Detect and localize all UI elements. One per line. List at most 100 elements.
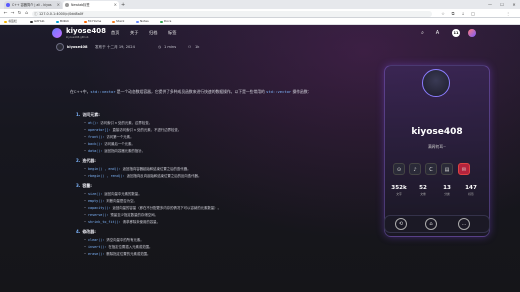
site-logo[interactable] [52, 28, 62, 38]
item-text: 返回指向反向起始和结束位置之后的反向迭代器。 [126, 174, 202, 178]
bookmark-item[interactable]: Stack [112, 18, 124, 25]
tab-favicon-icon [6, 3, 10, 7]
bookmark-item[interactable]: Docs [160, 18, 171, 25]
forward-arrow-icon[interactable]: → [9, 9, 16, 18]
bookmark-item[interactable]: GitHub [30, 18, 44, 25]
download-icon[interactable]: ↓ [460, 9, 466, 18]
home-icon[interactable]: ⌂ [425, 218, 437, 230]
reload-icon[interactable]: ↻ [16, 9, 23, 18]
item-code: reserve(): [88, 213, 109, 217]
browser-tab-2[interactable]: Newtab标签 × [63, 1, 119, 9]
bookmark-item[interactable]: Notes [136, 18, 149, 25]
bookmark-label: Notes [140, 19, 149, 23]
comment-icon[interactable]: … [458, 218, 470, 230]
item-text: 预留至少指定数量的存储空间。 [110, 213, 158, 217]
bookmark-icon [4, 20, 7, 24]
item-text: 清空向量中的所有元素。 [106, 238, 144, 242]
item-text: 访问最后一个元素。 [104, 142, 135, 146]
csdn-icon[interactable]: C [425, 163, 437, 175]
close-tab-icon[interactable]: × [114, 1, 117, 9]
github-icon[interactable]: ⊙ [393, 163, 405, 175]
item-code: capacity(): [88, 206, 111, 210]
bullet-icon: • [84, 121, 86, 125]
bullet-icon: • [84, 220, 86, 224]
minimize-button[interactable]: — [484, 0, 496, 9]
bookmark-item[interactable]: Mi Home [84, 18, 101, 25]
site-subtitle: kiyose408.github [66, 35, 89, 39]
stat-value: 13 [443, 185, 451, 191]
nav-archive[interactable]: 归档 [149, 28, 157, 38]
list-item: • size(): 返回向量中元素的数量。 [84, 191, 142, 197]
star-icon[interactable]: ☆ [440, 9, 446, 18]
post-author[interactable]: kiyose408 [67, 43, 88, 51]
list-item: • data(): 返回指向容器元素的指针。 [84, 148, 145, 154]
profile-avatar[interactable] [422, 69, 450, 97]
list-item: • capacity(): 返回向量的容量（即在不分配更多内存的情况下可以容纳的元素… [84, 205, 221, 211]
rss-icon[interactable]: ▤ [441, 163, 453, 175]
stat-label: 文字 [396, 192, 402, 196]
home-page-icon[interactable]: ⌂ [23, 9, 30, 18]
item-code: erase(): [88, 252, 105, 256]
mail-icon[interactable]: ✉ [458, 163, 470, 175]
bullet-icon: • [84, 142, 86, 146]
extension-icon[interactable]: ⧉ [450, 9, 456, 18]
item-code: front(): [88, 135, 105, 139]
notification-badge[interactable]: 11 [452, 29, 460, 37]
profile-icon[interactable]: ◯ [470, 9, 476, 18]
section-heading: 3. 容量: [76, 183, 92, 189]
list-item: • reserve(): 预留至少指定数量的存储空间。 [84, 212, 158, 218]
item-code: clear(): [88, 238, 105, 242]
list-item: • erase(): 删除指定位置的元素或范围。 [84, 251, 150, 257]
section-number: 1. [76, 112, 81, 117]
article-intro: 在C++中，std::vector 是一个动态数组容器，它提供了多种成员函数来进… [70, 88, 360, 95]
back-arrow-icon[interactable]: ← [2, 9, 9, 18]
list-item: • insert(): 在指定位置插入元素或范围。 [84, 244, 152, 250]
browser-tab-1[interactable]: C++ 容器简介 | ali - kiyos × [4, 1, 62, 9]
nav-home[interactable]: 首页 [111, 28, 119, 38]
clock-icon: ◷ [158, 45, 162, 49]
bullet-icon: • [84, 167, 86, 171]
section-number: 2. [76, 158, 81, 163]
site-title[interactable]: kiyose408 [66, 27, 106, 36]
menu-icon[interactable]: ⋮ [505, 9, 511, 18]
read-time: 1 mins [164, 45, 177, 49]
theme-icon[interactable] [468, 29, 476, 37]
nav-tags[interactable]: 标签 [168, 28, 176, 38]
bookmark-label: Stack [116, 19, 125, 23]
section-number: 3. [76, 183, 81, 188]
intro-text: 在C++中， [70, 89, 91, 94]
close-window-button[interactable]: ✕ [508, 0, 520, 9]
back-icon[interactable]: ⟲ [395, 218, 407, 230]
bookmarks-bar [0, 18, 520, 25]
bookmark-item[interactable]: 书签栏 [4, 18, 17, 25]
stat-label: 分类 [444, 192, 450, 196]
list-item: • back(): 访问最后一个元素。 [84, 141, 135, 147]
maximize-button[interactable]: ☐ [496, 0, 508, 9]
tab-label: C++ 容器简介 | ali - kiyos [12, 3, 52, 7]
bullet-icon: • [84, 192, 86, 196]
item-code: rbegin() , rend(): [88, 174, 125, 178]
page-content: kiyose408 kiyose408.github 首页 关于 归档 标签 ⌕… [0, 25, 520, 292]
new-tab-button[interactable]: + [121, 1, 125, 9]
bookmark-icon [136, 20, 139, 24]
music-icon[interactable]: ♪ [409, 163, 421, 175]
bookmark-item[interactable]: Bilibili [56, 18, 69, 25]
item-text: 删除指定位置的元素或范围。 [106, 252, 151, 256]
item-text: 返回向量中元素的数量。 [104, 192, 142, 196]
item-code: insert(): [88, 245, 107, 249]
item-text: 访问索引 n 处的元素，边界检查。 [100, 121, 152, 125]
close-tab-icon[interactable]: × [57, 1, 60, 9]
author-avatar[interactable] [56, 43, 64, 51]
url-input[interactable]: ⓘ 127.0.0.1:4000/c/0dd8a0f [32, 10, 432, 17]
nav-about[interactable]: 关于 [130, 28, 138, 38]
translate-icon[interactable]: A [433, 28, 442, 38]
search-icon[interactable]: ⌕ [418, 28, 427, 38]
bullet-icon: • [84, 238, 86, 242]
tab-favicon-icon [65, 3, 69, 7]
item-code: data(): [88, 149, 103, 153]
bookmark-label: Bilibili [60, 19, 69, 23]
stat-value: 147 [465, 185, 477, 191]
post-date: 发布于 十二月 19, 2024 [95, 45, 135, 49]
bookmark-label: GitHub [34, 19, 45, 23]
section-heading: 1. 访问元素: [76, 112, 100, 118]
